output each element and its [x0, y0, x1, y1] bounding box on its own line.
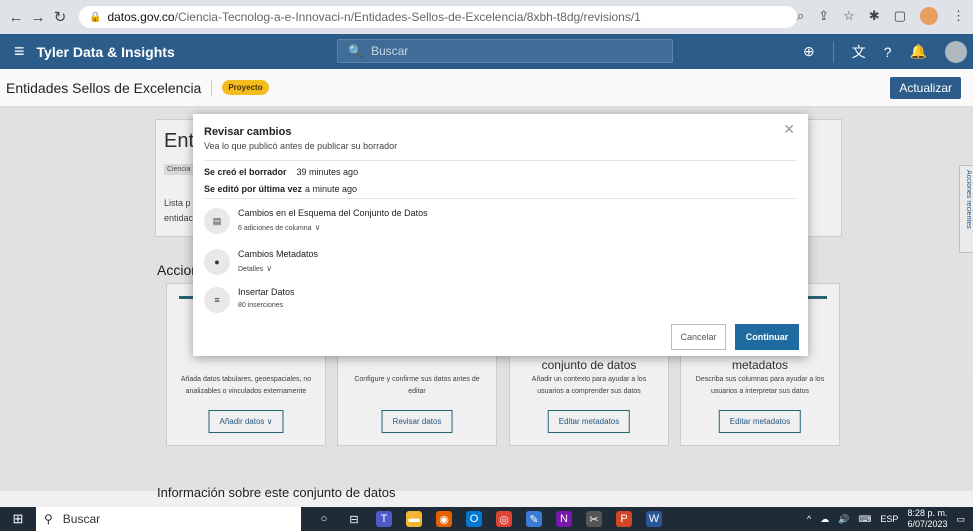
add-circle-icon[interactable]: ⊕	[803, 43, 815, 60]
url-path: /Ciencia-Tecnolog-a-e-Innovaci-n/Entidad…	[174, 10, 641, 24]
windows-start-icon[interactable]: ⊞	[0, 507, 36, 531]
lock-icon: 🔒	[89, 11, 102, 23]
search-placeholder: Buscar	[370, 44, 409, 58]
onenote-icon[interactable]: N	[556, 511, 572, 527]
draft-created-value: 39 minutes ago	[296, 167, 359, 177]
outlook-icon[interactable]: O	[466, 511, 482, 527]
app-title[interactable]: Tyler Data & Insights	[37, 44, 175, 60]
continue-button[interactable]: Continuar	[735, 324, 799, 350]
user-avatar[interactable]	[945, 40, 967, 63]
site-search-input[interactable]: 🔍 Buscar	[337, 39, 673, 63]
update-button[interactable]: Actualizar	[890, 77, 961, 99]
menu-dots-icon[interactable]: ⋮	[952, 8, 965, 24]
help-icon[interactable]: ?	[884, 44, 892, 60]
keyboard-icon[interactable]: ⌨	[858, 514, 871, 525]
cortana-icon[interactable]: ○	[316, 511, 332, 527]
snipping-tool-icon[interactable]: ✂	[586, 511, 602, 527]
file-explorer-icon[interactable]: ▬	[406, 511, 422, 527]
change-item-schema: ▤ Cambios en el Esquema del Conjunto de …	[204, 206, 428, 236]
search-icon: 🔍	[348, 44, 363, 58]
divider	[204, 198, 797, 199]
clock-time: 8:28 p. m.	[907, 508, 948, 518]
pen-app-icon[interactable]: ✎	[526, 511, 542, 527]
modal-title: Revisar cambios	[204, 126, 292, 138]
translate-icon[interactable]: 文	[852, 42, 866, 62]
word-icon[interactable]: W	[646, 511, 662, 527]
notifications-icon[interactable]: ▭	[956, 514, 965, 525]
change-title: Insertar Datos	[238, 287, 295, 297]
info-icon: ●	[204, 249, 230, 275]
back-icon[interactable]: ←	[6, 7, 26, 27]
reload-icon[interactable]: ↻	[50, 7, 70, 27]
cloud-icon[interactable]: ☁	[820, 514, 829, 525]
status-badge: Proyecto	[222, 80, 269, 95]
powerpoint-icon[interactable]: P	[616, 511, 632, 527]
cancel-button[interactable]: Cancelar	[671, 324, 726, 350]
clock-date: 6/07/2023	[907, 519, 948, 529]
search-icon: ⚲	[44, 512, 53, 526]
browser-toolbar: ← → ↻ 🔒 datos.gov.co/Ciencia-Tecnolog-a-…	[0, 0, 973, 34]
change-title: Cambios en el Esquema del Conjunto de Da…	[238, 208, 428, 218]
last-edited-label: Se editó por última vez	[204, 184, 303, 194]
close-icon[interactable]: ✕	[783, 121, 795, 138]
modal-subtitle: Vea lo que publicó antes de publicar su …	[204, 141, 398, 151]
header-divider	[832, 40, 834, 63]
task-view-icon[interactable]: ⊟	[346, 511, 362, 527]
chevron-down-icon: ∨	[266, 264, 273, 273]
change-subtitle: 80 inserciones	[238, 302, 284, 309]
zoom-icon[interactable]: ⌕	[797, 8, 804, 24]
last-edited-row: Se editó por última vez a minute ago	[204, 184, 357, 194]
volume-icon[interactable]: 🔊	[838, 514, 849, 525]
change-subtitle: 6 adiciones de columna	[238, 225, 312, 232]
taskbar-apps: ○ ⊟ T ▬ ◉ O ◎ ✎ N ✂ P W	[316, 507, 662, 531]
windows-taskbar: ⊞ ⚲ Buscar ○ ⊟ T ▬ ◉ O ◎ ✎ N ✂ P W ^ ☁ 🔊…	[0, 507, 973, 531]
change-title: Cambios Metadatos	[238, 249, 319, 259]
change-item-metadata: ● Cambios Metadatos Detalles ∨	[204, 247, 318, 277]
clock[interactable]: 8:28 p. m. 6/07/2023	[907, 508, 947, 530]
app-header: ≡ Tyler Data & Insights 🔍 Buscar ⊕ 文 ? 🔔	[0, 34, 973, 69]
forward-icon[interactable]: →	[28, 7, 48, 27]
teams-icon[interactable]: T	[376, 511, 392, 527]
divider	[204, 160, 797, 161]
notifications-bell-icon[interactable]: 🔔	[910, 43, 927, 60]
draft-created-label: Se creó el borrador	[204, 167, 287, 177]
chevron-down-icon: ∨	[314, 223, 321, 232]
database-icon: ≡	[204, 287, 230, 313]
share-icon[interactable]: ⇪	[818, 8, 829, 24]
dataset-header: Entidades Sellos de Excelencia Proyecto …	[0, 69, 973, 107]
system-tray: ^ ☁ 🔊 ⌨ ESP 8:28 p. m. 6/07/2023 ▭	[807, 507, 965, 531]
taskbar-search-label: Buscar	[62, 512, 101, 526]
metadata-details-toggle[interactable]: Detalles ∨	[238, 264, 318, 273]
profile-avatar[interactable]	[920, 7, 938, 25]
bookmark-star-icon[interactable]: ☆	[843, 8, 855, 24]
address-bar[interactable]: 🔒 datos.gov.co/Ciencia-Tecnolog-a-e-Inno…	[79, 6, 797, 28]
show-hidden-icons-icon[interactable]: ^	[807, 514, 811, 524]
last-edited-value: a minute ago	[305, 184, 358, 194]
hamburger-menu-icon[interactable]: ≡	[14, 41, 25, 62]
chrome-icon[interactable]: ◎	[496, 511, 512, 527]
taskbar-search[interactable]: ⚲ Buscar	[36, 507, 301, 531]
header-actions: ⊕ 文 ? 🔔	[803, 34, 967, 69]
change-item-insert-data: ≡ Insertar Datos 80 inserciones	[204, 285, 295, 315]
window-icon[interactable]: ▢	[894, 8, 906, 24]
table-icon: ▤	[204, 208, 230, 234]
extensions-icon[interactable]: ✱	[869, 8, 880, 24]
browser-actions: ⌕ ⇪ ☆ ✱ ▢ ⋮	[797, 7, 965, 25]
draft-created-row: Se creó el borrador 39 minutes ago	[204, 167, 358, 177]
firefox-icon[interactable]: ◉	[436, 511, 452, 527]
language-indicator[interactable]: ESP	[880, 514, 898, 524]
url-host: datos.gov.co	[107, 10, 175, 24]
page-title: Entidades Sellos de Excelencia	[6, 79, 213, 96]
change-subtitle: Detalles	[238, 266, 264, 273]
review-changes-modal: Revisar cambios Vea lo que publicó antes…	[193, 114, 808, 356]
schema-changes-toggle[interactable]: 6 adiciones de columna ∨	[238, 223, 428, 232]
